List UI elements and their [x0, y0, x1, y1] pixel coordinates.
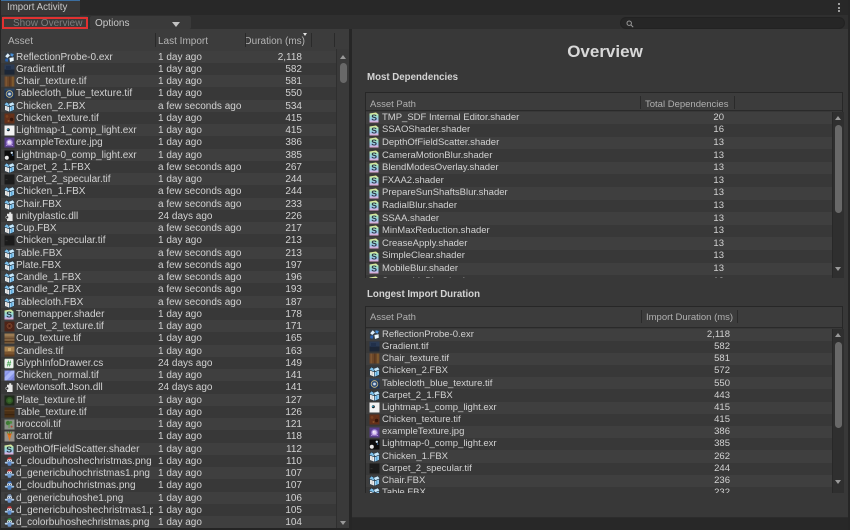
svg-text:S: S [371, 201, 377, 211]
svg-text:S: S [6, 444, 12, 454]
svg-text:S: S [371, 188, 377, 198]
svg-text:S: S [371, 213, 377, 223]
svg-text:S: S [371, 251, 377, 261]
svg-text:#: # [7, 358, 12, 368]
svg-text:S: S [371, 276, 377, 278]
svg-text:S: S [371, 226, 377, 236]
svg-text:S: S [371, 264, 377, 274]
svg-text:S: S [371, 150, 377, 160]
svg-text:S: S [371, 113, 377, 123]
svg-text:S: S [371, 125, 377, 135]
svg-text:S: S [6, 309, 12, 319]
svg-text:S: S [371, 176, 377, 186]
svg-text:S: S [371, 138, 377, 148]
svg-text:S: S [371, 239, 377, 249]
svg-text:S: S [371, 163, 377, 173]
